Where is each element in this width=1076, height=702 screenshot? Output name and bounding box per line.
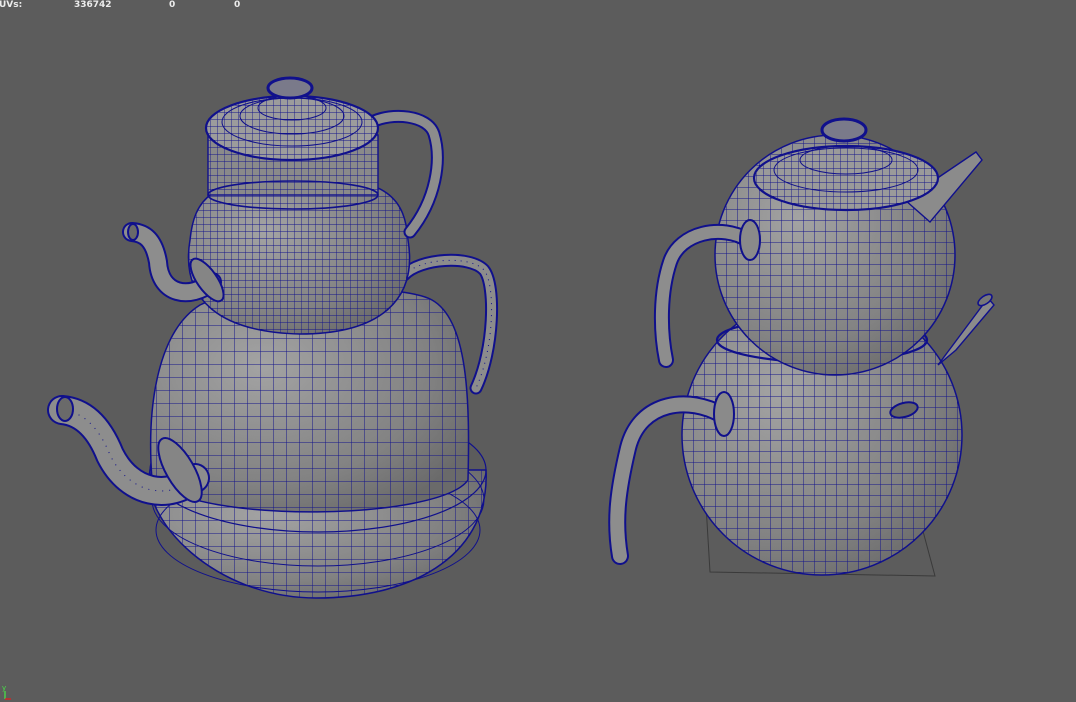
scene-canvas[interactable] — [0, 0, 1076, 702]
right-upper-pot[interactable] — [653, 117, 983, 376]
3d-viewport[interactable]: UVs: 336742 0 0 y — [0, 0, 1076, 702]
left-upper-kettle[interactable] — [122, 76, 444, 335]
axis-gizmo-icon — [4, 691, 11, 700]
axis-gizmo: y — [2, 684, 12, 700]
teapot-stack-left[interactable] — [47, 76, 499, 599]
teapot-stack-right[interactable] — [608, 117, 995, 577]
